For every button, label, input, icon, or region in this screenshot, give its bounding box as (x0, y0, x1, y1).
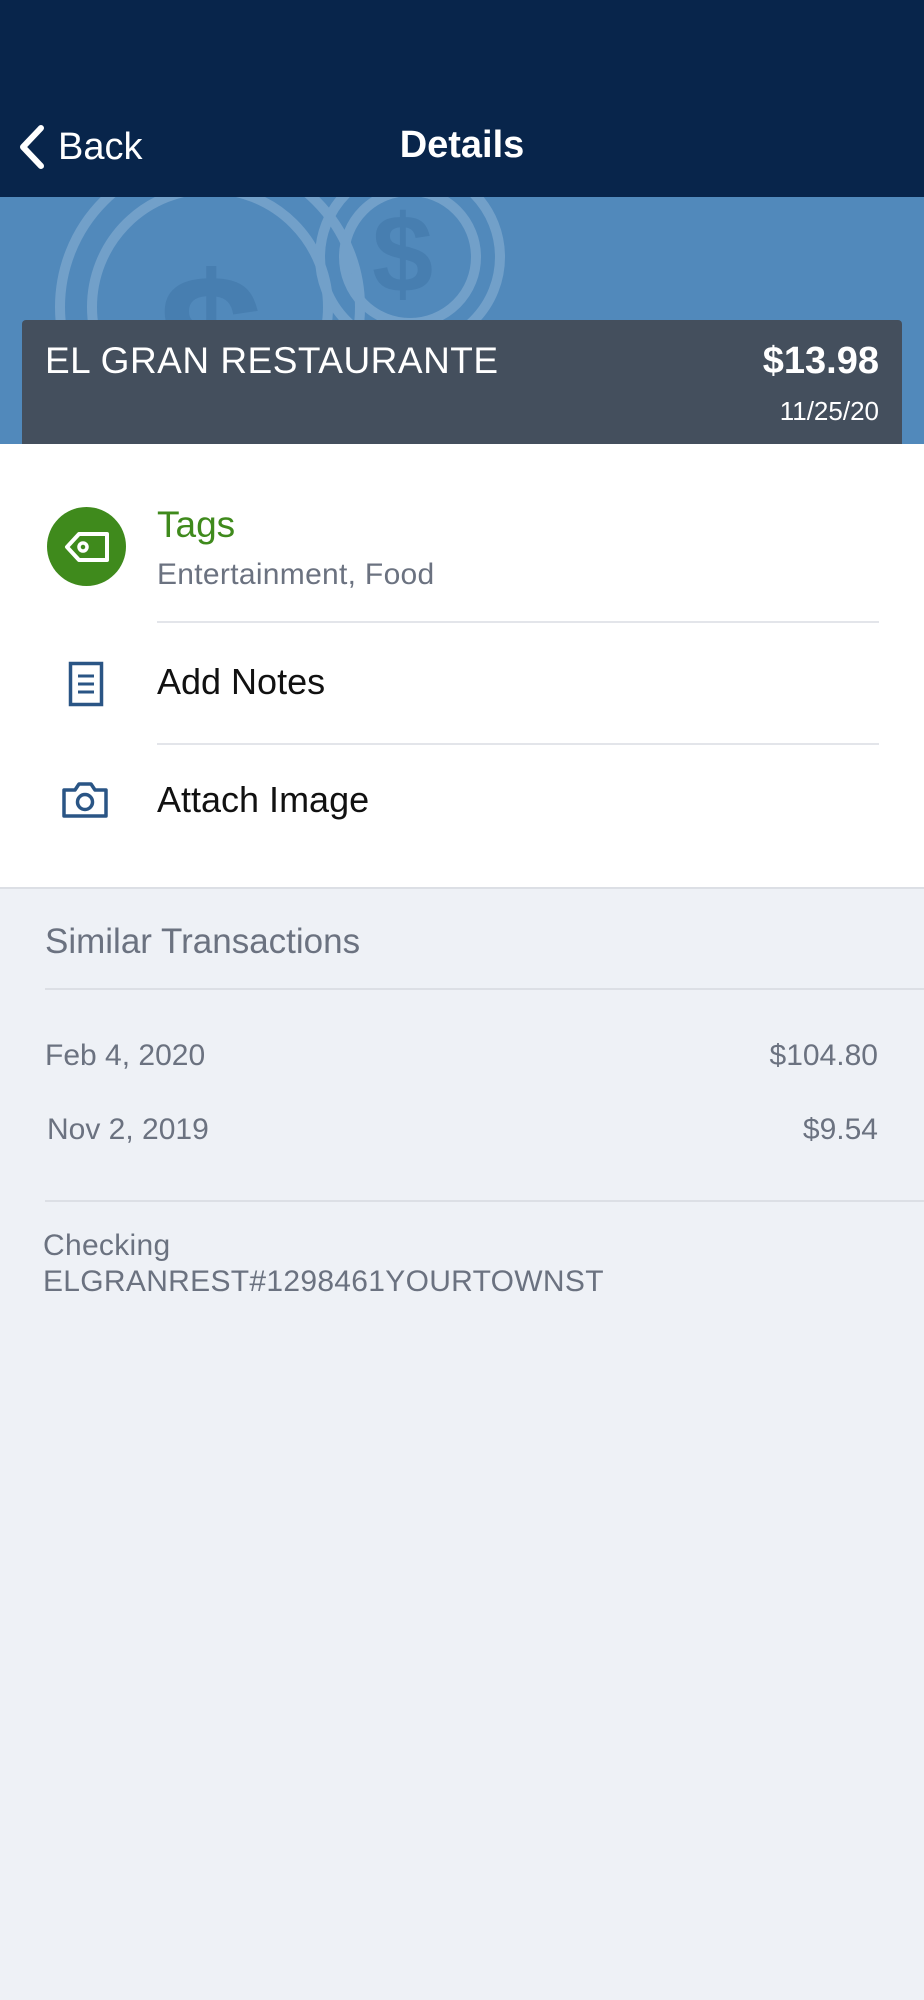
transaction-summary-card: EL GRAN RESTAURANTE $13.98 11/25/20 (22, 320, 902, 452)
tag-icon (64, 531, 109, 562)
divider (45, 988, 924, 990)
similar-amount: $9.54 (802, 1113, 878, 1146)
similar-transactions-title: Similar Transactions (45, 922, 361, 961)
attach-image-row[interactable]: Attach Image (0, 745, 924, 887)
tags-title: Tags (157, 504, 236, 545)
add-notes-label: Add Notes (157, 661, 326, 702)
divider (45, 1200, 924, 1202)
tags-value: Entertainment, Food (157, 558, 435, 591)
similar-amount: $104.80 (769, 1039, 878, 1072)
attach-image-label: Attach Image (157, 779, 370, 820)
account-description: ELGRANREST#1298461YOURTOWNST (43, 1265, 604, 1298)
transaction-actions: Tags Entertainment, Food Add Notes Attac… (0, 444, 924, 889)
merchant-name: EL GRAN RESTAURANTE (45, 340, 499, 381)
account-type: Checking (43, 1229, 171, 1262)
add-notes-row[interactable]: Add Notes (0, 623, 924, 743)
transaction-date: 11/25/20 (779, 396, 879, 426)
similar-date: Feb 4, 2020 (45, 1039, 206, 1072)
transaction-amount: $13.98 (762, 340, 879, 382)
navigation-bar: Back Details (0, 0, 924, 197)
similar-date: Nov 2, 2019 (47, 1113, 209, 1146)
page-title: Details (399, 124, 525, 166)
tag-icon-badge (47, 507, 126, 586)
camera-icon (62, 782, 108, 818)
document-icon (68, 661, 104, 707)
tags-row[interactable]: Tags Entertainment, Food (0, 444, 924, 621)
svg-text:$: $ (372, 197, 433, 316)
